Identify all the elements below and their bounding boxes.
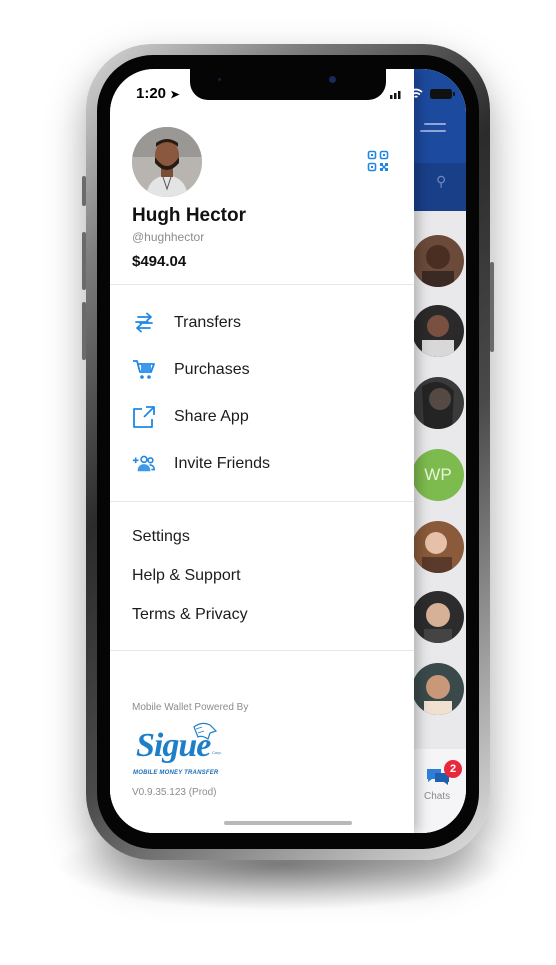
menu-item-transfers[interactable]: Transfers bbox=[132, 308, 392, 338]
profile-name: Hugh Hector bbox=[132, 205, 246, 226]
contact-avatar[interactable] bbox=[412, 591, 464, 643]
front-camera bbox=[329, 76, 336, 83]
battery-icon bbox=[430, 89, 452, 99]
qr-code-icon[interactable] bbox=[367, 150, 389, 172]
status-time: 1:20 ➤ bbox=[136, 85, 179, 102]
divider bbox=[110, 650, 414, 651]
profile-handle: @hughhector bbox=[132, 230, 205, 244]
phone-notch bbox=[190, 69, 386, 100]
volume-up-button bbox=[82, 232, 86, 290]
menu-icon[interactable] bbox=[420, 123, 446, 139]
profile-avatar[interactable] bbox=[132, 127, 202, 197]
wallet-balance: $494.04 bbox=[132, 253, 187, 270]
contact-avatar[interactable] bbox=[412, 305, 464, 357]
chats-badge: 2 bbox=[444, 760, 462, 778]
contact-avatar[interactable] bbox=[412, 521, 464, 573]
menu-item-share-app[interactable]: Share App bbox=[132, 402, 392, 432]
shopping-cart-icon bbox=[132, 358, 156, 382]
divider bbox=[110, 501, 414, 502]
contact-avatar-initials[interactable]: WP bbox=[412, 449, 464, 501]
sensor bbox=[218, 78, 221, 81]
volume-down-button bbox=[82, 302, 86, 360]
status-icons bbox=[386, 87, 466, 101]
logo-corp: Corp. bbox=[212, 750, 222, 755]
logo-tagline: MOBILE MONEY TRANSFER bbox=[133, 770, 219, 776]
chats-tab-label[interactable]: Chats bbox=[424, 791, 450, 802]
menu-item-purchases[interactable]: Purchases bbox=[132, 355, 392, 385]
location-arrow-icon: ➤ bbox=[170, 89, 180, 101]
power-button bbox=[490, 262, 494, 352]
signal-icon bbox=[390, 89, 405, 99]
app-version: V0.9.35.123 (Prod) bbox=[132, 787, 217, 798]
phone-screen: ⚲ WP 2 Chats 1:20 ➤ Hugh Hector @hughhec… bbox=[110, 69, 466, 833]
menu-item-help-support[interactable]: Help & Support bbox=[132, 567, 241, 585]
share-icon bbox=[132, 405, 156, 429]
contact-avatar[interactable] bbox=[412, 235, 464, 287]
contact-avatar[interactable] bbox=[412, 377, 464, 429]
menu-item-settings[interactable]: Settings bbox=[132, 528, 190, 546]
menu-item-label: Transfers bbox=[174, 314, 241, 331]
search-icon[interactable]: ⚲ bbox=[436, 173, 446, 190]
add-user-icon bbox=[132, 452, 156, 476]
wifi-icon bbox=[409, 88, 423, 98]
mute-switch bbox=[82, 176, 86, 206]
menu-item-label: Purchases bbox=[174, 361, 250, 378]
menu-item-invite-friends[interactable]: Invite Friends bbox=[132, 449, 392, 479]
powered-by-label: Mobile Wallet Powered By bbox=[132, 702, 249, 713]
menu-item-terms-privacy[interactable]: Terms & Privacy bbox=[132, 606, 248, 624]
menu-item-label: Invite Friends bbox=[174, 455, 271, 472]
menu-item-label: Share App bbox=[174, 408, 249, 425]
logo-wordmark: Sigue bbox=[136, 727, 211, 764]
home-indicator[interactable] bbox=[224, 821, 352, 825]
contact-avatar[interactable] bbox=[412, 663, 464, 715]
side-drawer: 1:20 ➤ Hugh Hector @hughhector $494.04 T… bbox=[110, 69, 414, 833]
divider bbox=[110, 284, 414, 285]
status-time-text: 1:20 bbox=[136, 85, 167, 102]
transfer-arrows-icon bbox=[132, 311, 156, 335]
